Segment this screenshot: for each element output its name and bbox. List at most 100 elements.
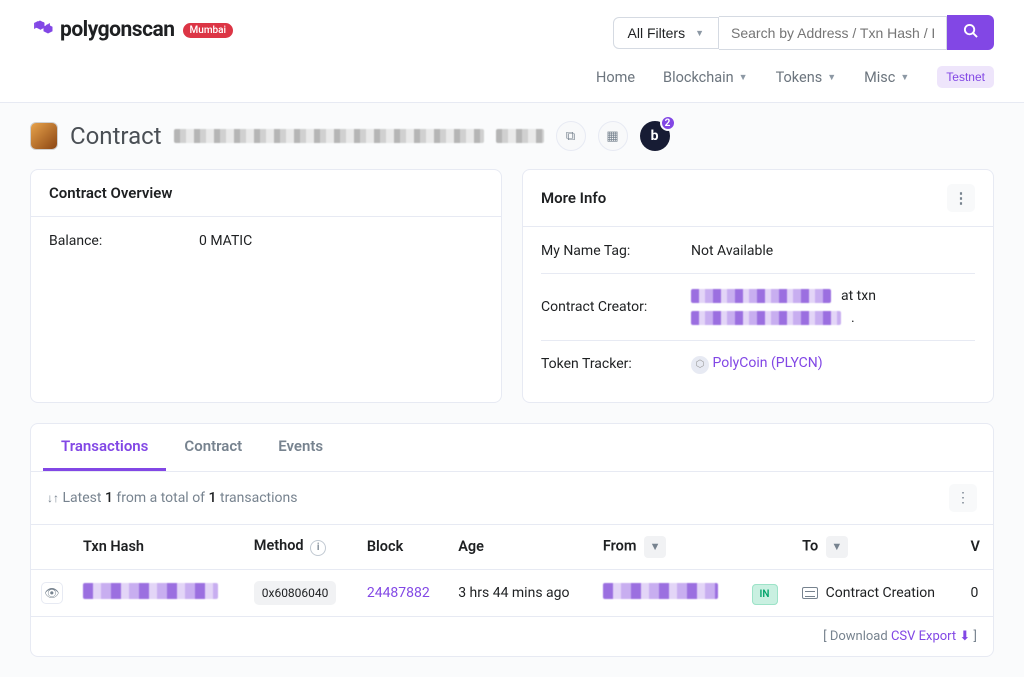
search-button[interactable] [947,15,994,50]
dots-icon: ⋮ [956,490,970,506]
age-value: 3 hrs 44 mins ago [458,585,569,601]
name-tag-label: My Name Tag: [541,243,691,259]
more-info-card-header: More Info ⋮ [523,170,993,227]
nav-label: Home [596,69,635,86]
overview-card: Contract Overview Balance: 0 MATIC [30,169,502,403]
b-icon: b [651,128,659,144]
transactions-table: Txn Hash Method i Block Age From ▼ To ▼ [31,524,993,617]
table-header-row: Txn Hash Method i Block Age From ▼ To ▼ [31,524,993,569]
card-title: More Info [541,189,606,207]
method-chip: 0x60806040 [254,581,337,605]
search-input[interactable] [719,16,947,50]
csv-export-row: [ Download CSV Export ⬇ ] [31,617,993,656]
to-value: Contract Creation [826,585,935,601]
summary-prefix: Latest [62,490,101,506]
summary-mid: from a total of [116,490,205,506]
th-to: To ▼ [792,524,960,569]
search-icon [963,25,978,42]
creator-label: Contract Creator: [541,299,691,315]
logo-icon [30,15,54,45]
logo[interactable]: polygonscan Mumbai [30,15,233,45]
panel-menu-button[interactable]: ⋮ [949,484,977,512]
card-body: My Name Tag: Not Available Contract Crea… [523,227,993,402]
csv-export-link[interactable]: CSV Export ⬇ [891,629,974,644]
txn-hash-censored[interactable] [83,583,218,599]
info-cards: Contract Overview Balance: 0 MATIC More … [0,169,1024,403]
tab-transactions[interactable]: Transactions [43,424,166,471]
tracker-link[interactable]: PolyCoin (PLYCN) [712,355,822,371]
nav-label: Misc [864,69,895,86]
sort-icon[interactable]: ↓↑ [47,491,59,505]
tab-contract[interactable]: Contract [166,424,260,471]
to-filter-button[interactable]: ▼ [826,536,848,558]
creator-address-censored[interactable] [691,289,831,303]
card-body: Balance: 0 MATIC [31,217,501,387]
th-from-label: From [603,537,637,554]
copy-button[interactable]: ⧉ [556,121,586,151]
csv-label: CSV Export [891,629,956,644]
csv-prefix: [ Download [823,629,888,644]
th-method: Method i [244,524,357,569]
logo-text: polygonscan [60,18,175,42]
th-txn-hash: Txn Hash [73,524,244,569]
chevron-down-icon: ▼ [900,72,909,83]
token-icon: ⬡ [691,356,709,374]
chevron-down-icon: ▼ [827,72,836,83]
th-age[interactable]: Age [448,524,593,569]
address-censored [174,129,484,143]
summary-suffix: transactions [220,490,298,506]
transactions-panel: Transactions Contract Events ↓↑ Latest 1… [30,423,994,657]
table-row: 👁 0x60806040 24487882 3 hrs 44 mins ago … [31,569,993,616]
eye-icon[interactable]: 👁 [41,582,63,604]
from-address-censored[interactable] [603,583,718,599]
summary-text: ↓↑ Latest 1 from a total of 1 transactio… [47,490,297,506]
qr-button[interactable]: ▦ [598,121,628,151]
th-block: Block [357,524,448,569]
tabs: Transactions Contract Events [31,424,993,472]
name-tag-row: My Name Tag: Not Available [541,233,975,269]
creator-row: Contract Creator: at txn . [541,278,975,336]
contract-icon [30,122,58,150]
more-info-card: More Info ⋮ My Name Tag: Not Available C… [522,169,994,403]
balance-value: 0 MATIC [199,233,252,249]
header-right: All Filters ▼ [613,15,994,50]
nav-tokens[interactable]: Tokens ▼ [776,69,837,86]
th-method-label: Method [254,537,304,554]
card-title: Contract Overview [49,184,172,202]
nav-label: Tokens [776,69,823,86]
download-icon: ⬇ [959,629,970,644]
filter-dropdown[interactable]: All Filters ▼ [613,17,719,49]
testnet-button[interactable]: Testnet [937,66,994,88]
b-badge: 2 [660,115,676,131]
nav-home[interactable]: Home [596,69,635,86]
search-row: All Filters ▼ [613,15,994,50]
from-filter-button[interactable]: ▼ [644,536,666,558]
csv-suffix: ] [974,629,977,644]
filter-label: All Filters [628,25,686,41]
tracker-value: ⬡ PolyCoin (PLYCN) [691,355,823,374]
summary-total: 1 [209,490,217,506]
top-header: polygonscan Mumbai All Filters ▼ [0,0,1024,58]
th-to-label: To [802,537,818,554]
tracker-row: Token Tracker: ⬡ PolyCoin (PLYCN) [541,345,975,384]
name-tag-value: Not Available [691,243,773,259]
nav-misc[interactable]: Misc ▼ [864,69,909,86]
period: . [851,310,855,326]
creator-value: at txn . [691,288,876,326]
summary-count: 1 [105,490,113,506]
summary-row: ↓↑ Latest 1 from a total of 1 transactio… [31,472,993,524]
creator-txn-censored[interactable] [691,311,841,325]
at-txn-label: at txn [841,288,876,304]
nav-blockchain[interactable]: Blockchain▼ [663,69,748,86]
qr-icon: ▦ [606,129,618,144]
tab-events[interactable]: Events [260,424,341,471]
blockscan-button[interactable]: b 2 [640,121,670,151]
overview-card-header: Contract Overview [31,170,501,217]
balance-row: Balance: 0 MATIC [49,223,483,259]
page-title-row: Contract ⧉ ▦ b 2 [0,103,1024,169]
dots-icon: ⋮ [954,189,969,207]
in-badge: IN [752,584,778,605]
block-link[interactable]: 24487882 [367,585,430,601]
info-icon[interactable]: i [310,540,326,556]
more-menu-button[interactable]: ⋮ [947,184,975,212]
